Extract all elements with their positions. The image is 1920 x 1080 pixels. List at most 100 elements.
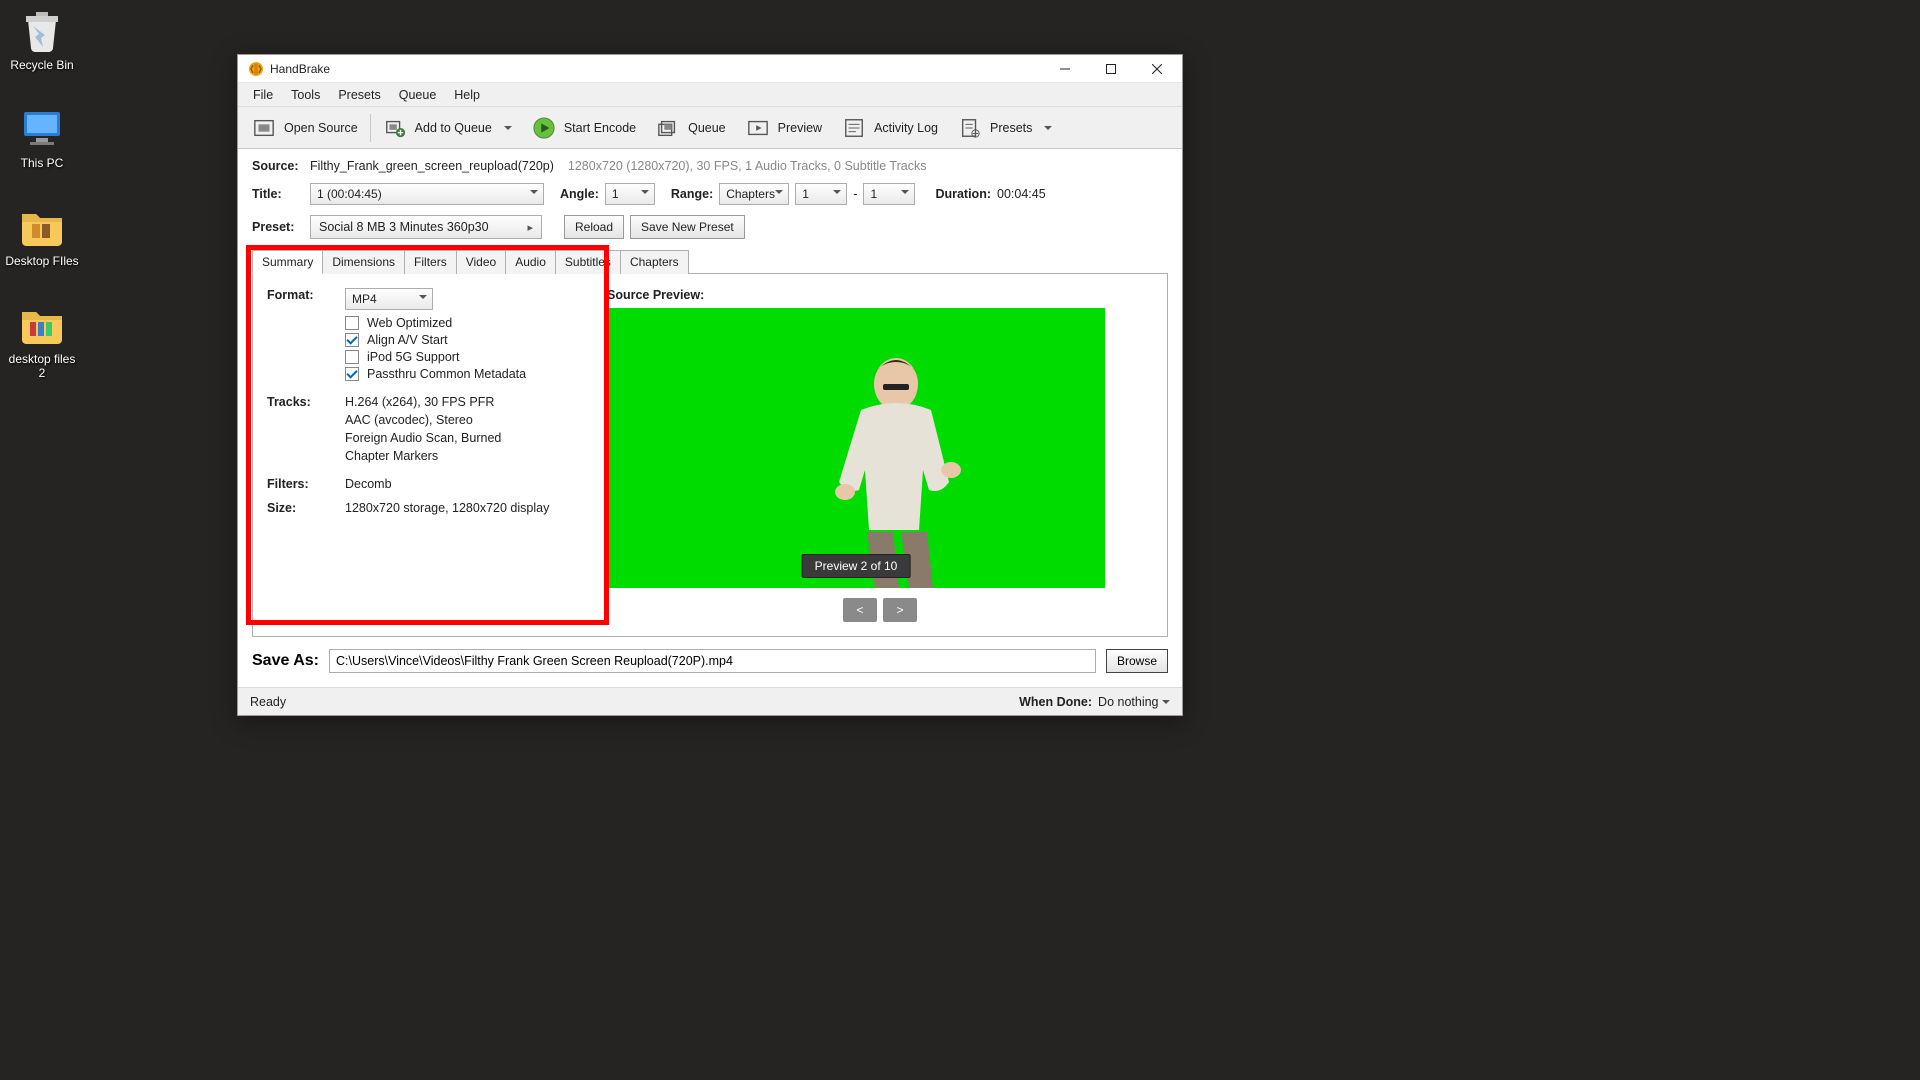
duration-label: Duration: (935, 187, 991, 201)
tab-audio[interactable]: Audio (505, 250, 556, 274)
tab-subtitles[interactable]: Subtitles (555, 250, 621, 274)
check-passthru[interactable]: Passthru Common Metadata (345, 367, 597, 381)
menu-queue[interactable]: Queue (390, 85, 446, 105)
desktop-icon-recycle-bin[interactable]: Recycle Bin (4, 6, 80, 72)
preview-image: Preview 2 of 10 (607, 308, 1105, 588)
queue-icon (656, 116, 680, 140)
close-button[interactable] (1134, 55, 1180, 83)
tracks-label: Tracks: (267, 395, 345, 463)
summary-column: Format: MP4 Web Optimized Align A/V Star… (267, 288, 597, 622)
recycle-bin-icon (18, 6, 66, 54)
range-to-select[interactable]: 1 (863, 183, 915, 205)
tabstrip: Summary Dimensions Filters Video Audio S… (252, 249, 1168, 274)
when-done-select[interactable]: Do nothing (1098, 695, 1170, 709)
preset-select[interactable]: Social 8 MB 3 Minutes 360p30 (310, 215, 542, 239)
preview-badge: Preview 2 of 10 (802, 554, 911, 578)
browse-button[interactable]: Browse (1106, 649, 1168, 673)
checkbox-icon (345, 367, 359, 381)
title-select[interactable]: 1 (00:04:45) (310, 183, 544, 205)
preview-prev-button[interactable]: < (843, 598, 877, 622)
this-pc-icon (18, 104, 66, 152)
activity-log-button[interactable]: Activity Log (834, 112, 946, 144)
preset-row: Preset: Social 8 MB 3 Minutes 360p30 Rel… (252, 215, 1168, 239)
check-align-av[interactable]: Align A/V Start (345, 333, 597, 347)
chevron-down-icon (1044, 126, 1052, 134)
check-web-optimized[interactable]: Web Optimized (345, 316, 597, 330)
menu-help[interactable]: Help (445, 85, 489, 105)
separator (370, 114, 371, 142)
preview-button[interactable]: Preview (738, 112, 830, 144)
preview-next-button[interactable]: > (883, 598, 917, 622)
desktop-icon-this-pc[interactable]: This PC (4, 104, 80, 170)
tab-filters[interactable]: Filters (404, 250, 457, 274)
source-details: 1280x720 (1280x720), 30 FPS, 1 Audio Tra… (568, 159, 927, 173)
desktop-icon-label: Recycle Bin (4, 58, 80, 72)
activity-log-icon (842, 116, 866, 140)
tab-body: Format: MP4 Web Optimized Align A/V Star… (252, 274, 1168, 637)
reload-button[interactable]: Reload (564, 215, 624, 239)
menubar: File Tools Presets Queue Help (238, 83, 1182, 107)
range-from-select[interactable]: 1 (795, 183, 847, 205)
filters-value: Decomb (345, 477, 392, 491)
tab-chapters[interactable]: Chapters (620, 250, 689, 274)
filters-label: Filters: (267, 477, 345, 491)
save-as-row: Save As: Browse (238, 637, 1182, 687)
presets-button[interactable]: Presets (950, 112, 1060, 144)
open-source-label: Open Source (284, 121, 358, 135)
format-select[interactable]: MP4 (345, 288, 433, 310)
preset-label: Preset: (252, 220, 304, 234)
format-label: Format: (267, 288, 345, 310)
range-type-select[interactable]: Chapters (719, 183, 789, 205)
when-done-label: When Done: (1019, 695, 1092, 709)
save-as-input[interactable] (329, 649, 1096, 673)
content-area: Source: Filthy_Frank_green_screen_reuplo… (238, 149, 1182, 637)
track-item: Chapter Markers (345, 449, 501, 463)
checkbox-icon (345, 350, 359, 364)
open-source-icon (252, 116, 276, 140)
tab-summary[interactable]: Summary (252, 250, 323, 274)
window-title: HandBrake (270, 62, 1042, 76)
track-item: AAC (avcodec), Stereo (345, 413, 501, 427)
add-to-queue-label: Add to Queue (415, 121, 492, 135)
maximize-button[interactable] (1088, 55, 1134, 83)
play-icon (532, 116, 556, 140)
checkbox-icon (345, 316, 359, 330)
tab-dimensions[interactable]: Dimensions (322, 250, 405, 274)
menu-file[interactable]: File (244, 85, 282, 105)
tabs-wrapper: Summary Dimensions Filters Video Audio S… (252, 249, 1168, 637)
folder-icon (18, 202, 66, 250)
presets-label: Presets (990, 121, 1032, 135)
menu-tools[interactable]: Tools (282, 85, 329, 105)
minimize-button[interactable] (1042, 55, 1088, 83)
start-encode-button[interactable]: Start Encode (524, 112, 644, 144)
activity-log-label: Activity Log (874, 121, 938, 135)
queue-label: Queue (688, 121, 726, 135)
preview-person (811, 352, 981, 588)
angle-label: Angle: (560, 187, 599, 201)
open-source-button[interactable]: Open Source (244, 112, 366, 144)
range-separator: - (853, 187, 857, 201)
checkbox-icon (345, 333, 359, 347)
source-name: Filthy_Frank_green_screen_reupload(720p) (310, 159, 554, 173)
source-row: Source: Filthy_Frank_green_screen_reuplo… (252, 159, 1168, 173)
add-to-queue-button[interactable]: Add to Queue (375, 112, 520, 144)
save-as-label: Save As: (252, 652, 319, 670)
check-ipod[interactable]: iPod 5G Support (345, 350, 597, 364)
size-value: 1280x720 storage, 1280x720 display (345, 501, 549, 515)
titlebar[interactable]: HandBrake (238, 55, 1182, 83)
desktop-icon-label: Desktop FIles (4, 254, 80, 268)
desktop-icon-desktop-files[interactable]: Desktop FIles (4, 202, 80, 268)
queue-button[interactable]: Queue (648, 112, 734, 144)
track-item: H.264 (x264), 30 FPS PFR (345, 395, 501, 409)
menu-presets[interactable]: Presets (329, 85, 389, 105)
save-new-preset-button[interactable]: Save New Preset (630, 215, 745, 239)
handbrake-app-icon (248, 61, 264, 77)
presets-icon (958, 116, 982, 140)
desktop-icon-desktop-files-2[interactable]: desktop files 2 (4, 300, 80, 381)
duration-value: 00:04:45 (997, 187, 1046, 201)
preview-label: Preview (778, 121, 822, 135)
toolbar: Open Source Add to Queue Start Encode Qu… (238, 107, 1182, 149)
tab-video[interactable]: Video (456, 250, 506, 274)
angle-select[interactable]: 1 (605, 183, 655, 205)
add-to-queue-icon (383, 116, 407, 140)
